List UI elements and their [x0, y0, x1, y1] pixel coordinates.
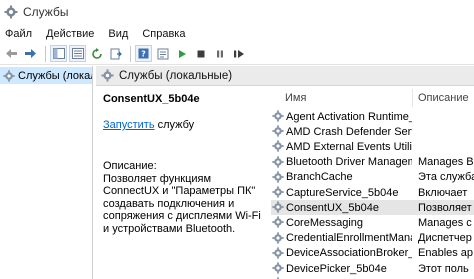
service-details: ConsentUX_5b04e Запустить службу Описани… [103, 93, 263, 235]
service-name-cell: CaptureService_5b04e [286, 186, 399, 199]
gear-icon [272, 216, 284, 228]
menu-bar: Файл Действие Вид Справка [0, 24, 474, 43]
title-bar: Службы [0, 0, 474, 24]
content-header-title: Службы (локальные) [119, 69, 233, 82]
service-name-cell: DevicePicker_5b04e [286, 262, 387, 275]
gear-icon [3, 69, 15, 82]
service-description-cell: Enables ap [418, 247, 474, 260]
menu-action[interactable]: Действие [39, 28, 101, 40]
gear-icon [272, 201, 284, 213]
toolbar-separator [45, 45, 46, 62]
stop-icon[interactable] [192, 45, 209, 62]
service-name-cell: CoreMessaging [286, 216, 364, 229]
table-row[interactable]: AMD External Events Utility [271, 139, 474, 154]
service-description-cell: Этот поль [418, 262, 469, 275]
column-description-header[interactable]: Описание [418, 92, 469, 104]
table-row[interactable]: CredentialEnrollmentManage... Диспетчер [271, 231, 474, 246]
column-header: Имя Описание [271, 89, 474, 107]
service-name: ConsentUX_5b04e [103, 93, 200, 105]
svg-text:?: ? [141, 50, 146, 59]
table-row[interactable]: DeviceAssociationBroker_5b... Enables ap [271, 246, 474, 261]
service-description-cell: Диспетчер [418, 232, 472, 245]
services-app-icon [4, 5, 18, 19]
table-row[interactable]: BranchCache Эта служба [271, 170, 474, 185]
service-description-cell: Manages B [418, 156, 474, 169]
column-separator[interactable] [412, 89, 413, 107]
table-row[interactable]: AMD Crash Defender Service [271, 124, 474, 139]
tree-item-label: Службы (локальны [18, 69, 92, 82]
gear-icon [272, 171, 284, 183]
service-description-cell: Позволяет [418, 201, 472, 214]
toolbar: ? [0, 43, 474, 65]
gear-icon [272, 262, 284, 274]
table-row[interactable]: Agent Activation Runtime_5... [271, 109, 474, 124]
table-row[interactable]: Bluetooth Driver Manageme... Manages B [271, 155, 474, 170]
gear-icon [272, 155, 284, 168]
gear-icon [272, 140, 284, 152]
services-list: Имя Описание Agent Activation Runtime_5.… [271, 89, 474, 279]
pause-icon[interactable] [211, 45, 228, 62]
service-name-cell: Agent Activation Runtime_5... [286, 110, 412, 123]
refresh-icon[interactable] [88, 45, 105, 62]
gear-icon [272, 231, 284, 244]
menu-help[interactable]: Справка [135, 28, 192, 40]
toolbar-separator [130, 45, 131, 62]
column-name-header[interactable]: Имя [285, 92, 412, 104]
properties-icon[interactable] [154, 45, 171, 62]
service-name-cell: BranchCache [286, 171, 353, 184]
table-row[interactable]: CoreMessaging Manages c [271, 215, 474, 230]
service-description-cell: Manages c [418, 216, 472, 229]
service-name-cell: Bluetooth Driver Manageme... [286, 156, 412, 169]
service-name-cell: DeviceAssociationBroker_5b... [286, 247, 412, 260]
service-name-cell: AMD External Events Utility [286, 140, 412, 153]
description-text: Позволяет функциям ConnectUX и "Параметр… [103, 173, 261, 235]
service-description-cell: Включает [418, 186, 468, 199]
service-description-cell: Эта служба [418, 171, 474, 184]
service-name-cell: ConsentUX_5b04e [286, 201, 379, 214]
menu-view[interactable]: Вид [101, 28, 135, 40]
gear-icon [272, 247, 284, 259]
gear-icon [101, 69, 114, 82]
tree-item-services-local[interactable]: Службы (локальны [0, 67, 92, 84]
gear-icon [272, 125, 284, 137]
service-name-cell: AMD Crash Defender Service [286, 125, 412, 138]
table-row[interactable]: DevicePicker_5b04e Этот поль [271, 261, 474, 276]
content-pane: Службы (локальные) ConsentUX_5b04e Запус… [96, 66, 474, 279]
restart-icon[interactable] [230, 45, 247, 62]
window-title: Службы [23, 5, 69, 19]
menu-file[interactable]: Файл [0, 28, 39, 40]
play-icon[interactable] [173, 45, 190, 62]
back-icon[interactable] [3, 45, 20, 62]
forward-icon[interactable] [22, 45, 39, 62]
gear-icon [272, 110, 284, 122]
export-icon[interactable] [107, 45, 124, 62]
service-name-cell: CredentialEnrollmentManage... [286, 232, 412, 245]
description-label: Описание: [103, 160, 157, 172]
start-service-line: Запустить службу [103, 119, 263, 132]
table-row[interactable]: ConsentUX_5b04e Позволяет [271, 200, 474, 216]
list-icon[interactable] [69, 45, 86, 62]
help-icon[interactable]: ? [135, 45, 152, 62]
start-service-suffix: службу [154, 119, 195, 131]
table-row[interactable]: CaptureService_5b04e Включает [271, 185, 474, 200]
start-service-link[interactable]: Запустить [103, 119, 155, 131]
content-header: Службы (локальные) [96, 66, 474, 86]
console-tree-icon[interactable] [50, 45, 67, 62]
gear-icon [272, 186, 284, 198]
console-tree: Службы (локальны [0, 66, 93, 279]
